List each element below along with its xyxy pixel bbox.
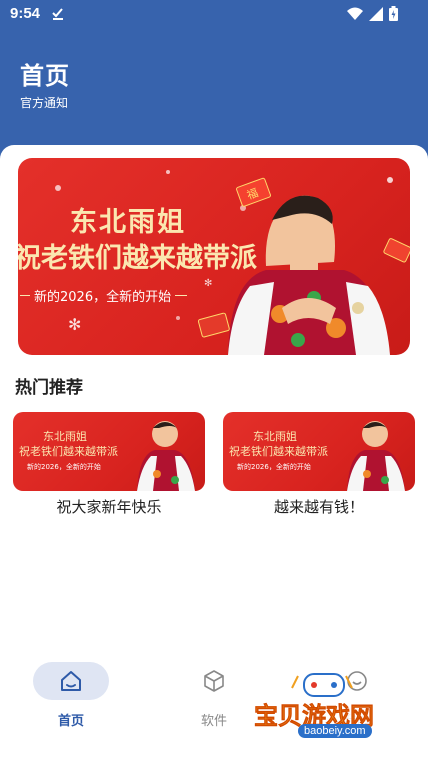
hero-banner[interactable]: ✻ ✻ 福 东北雨姐 祝老铁们越来越带派 新的2026，全新的开始 (18, 158, 410, 355)
status-time: 9:54 (10, 5, 41, 22)
divider-line (175, 295, 188, 296)
thumb-line3: 新的2026，全新的开始 (27, 463, 101, 471)
thumb-line1: 东北雨姐 (43, 430, 87, 443)
card-label: 祝大家新年快乐 (56, 498, 162, 516)
cube-icon (204, 670, 224, 692)
thumb-line3: 新的2026，全新的开始 (237, 463, 311, 471)
page-title: 首页 (20, 62, 70, 90)
banner-slogan: 祝老铁们越来越带派 (18, 243, 257, 274)
app-header: 9:54 首页 官方通知 (0, 0, 428, 160)
thumb-line2: 祝老铁们越来越带派 (229, 445, 328, 458)
home-icon (61, 671, 81, 691)
banner-headline: 东北雨姐 (70, 207, 186, 238)
banner-tagline-row: 新的2026，全新的开始 (20, 286, 232, 305)
status-icons (347, 6, 398, 21)
nav-label: 软件 (200, 714, 227, 729)
signal-icon (369, 6, 383, 21)
recommend-card[interactable]: 东北雨姐 祝老铁们越来越带派 新的2026，全新的开始 越来越有钱！ (223, 412, 415, 517)
recommend-card[interactable]: 东北雨姐 祝老铁们越来越带派 新的2026，全新的开始 祝大家新年快乐 (13, 412, 205, 517)
card-thumbnail: 东北雨姐 祝老铁们越来越带派 新的2026，全新的开始 (223, 412, 415, 491)
card-thumbnail: 东北雨姐 祝老铁们越来越带派 新的2026，全新的开始 (13, 412, 205, 491)
page-subtitle: 官方通知 (20, 96, 69, 110)
watermark-url: baobeiy.com (298, 724, 372, 738)
battery-icon (389, 6, 398, 21)
nav-item-home[interactable]: 首页 (31, 662, 111, 729)
thumb-person (347, 421, 405, 491)
thumb-line2: 祝老铁们越来越带派 (19, 445, 118, 458)
nav-pill (33, 662, 109, 700)
status-bar: 9:54 (0, 0, 428, 30)
thumb-line1: 东北雨姐 (253, 430, 297, 443)
nav-label: 首页 (57, 714, 84, 729)
wifi-icon (347, 7, 363, 20)
divider-line (20, 295, 30, 296)
svg-text:✻: ✻ (68, 315, 81, 334)
nav-pill (176, 662, 252, 700)
watermark: 宝贝游戏网 baobeiy.com (252, 668, 402, 748)
banner-tagline: 新的2026，全新的开始 (34, 290, 172, 305)
section-title-hot: 热门推荐 (15, 378, 83, 398)
thumb-person (137, 421, 195, 491)
download-done-icon (52, 8, 63, 20)
nav-item-software[interactable]: 软件 (174, 662, 254, 729)
card-label: 越来越有钱！ (273, 498, 364, 516)
